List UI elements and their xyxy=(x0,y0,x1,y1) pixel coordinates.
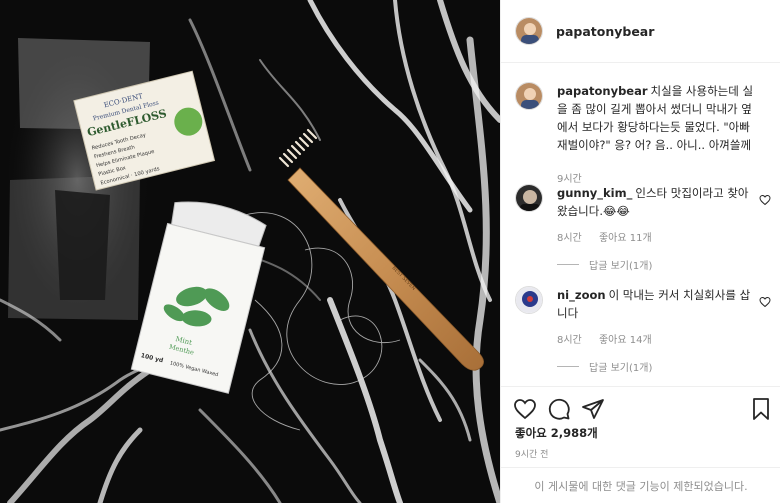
post-sidebar: papatonybear papatonybear 치실을 사용하는데 실을 좀 … xyxy=(500,0,780,503)
bookmark-icon[interactable] xyxy=(749,397,773,421)
comment-meta: 8시간 좋아요 14개 xyxy=(557,331,666,346)
post-author-username[interactable]: papatonybear xyxy=(556,24,654,39)
reflection-shadow xyxy=(55,190,110,300)
comment-bubble-icon[interactable] xyxy=(547,397,571,421)
avatar-photo-icon xyxy=(516,185,542,211)
replies-line xyxy=(557,366,579,367)
like-comment-heart-icon[interactable] xyxy=(759,194,771,206)
post-timestamp[interactable]: 9시간 전 xyxy=(515,447,548,460)
comment-time[interactable]: 8시간 xyxy=(557,335,582,346)
comment-username[interactable]: ni_zoon xyxy=(557,288,606,302)
caption-body: papatonybear 치실을 사용하는데 실을 좀 많이 길게 뽑아서 썼더니… xyxy=(557,82,757,154)
post-photo[interactable]: ECO·DENT Premium Dental Floss GentleFLOS… xyxy=(0,0,500,503)
marble-photo-illustration: ECO·DENT Premium Dental Floss GentleFLOS… xyxy=(0,0,500,503)
post-actions: 좋아요 2,988개 9시간 전 이 게시물에 대한 댓글 기능이 제한되었습니… xyxy=(501,386,780,503)
comment-item: ni_zoon 이 막내는 커서 치실회사를 삽니다 8시간 좋아요 14개 답글… xyxy=(515,286,771,376)
comment-avatar[interactable] xyxy=(515,286,543,314)
comment-body: ni_zoon 이 막내는 커서 치실회사를 삽니다 xyxy=(557,286,757,322)
like-heart-icon[interactable] xyxy=(513,397,537,421)
like-comment-heart-icon[interactable] xyxy=(759,296,771,308)
caption-username[interactable]: papatonybear xyxy=(557,84,648,98)
comment-meta: 8시간 좋아요 11개 xyxy=(557,229,666,244)
post-header: papatonybear xyxy=(501,0,780,63)
avatar[interactable] xyxy=(515,17,543,45)
avatar-photo-icon xyxy=(516,287,542,313)
comment-avatar[interactable] xyxy=(515,184,543,212)
comment-item: gunny_kim_ 인스타 맛집이라고 찾아 왔습니다.😂😂 8시간 좋아요 1… xyxy=(515,184,771,274)
avatar-photo-icon xyxy=(516,18,542,44)
comment-likes[interactable]: 좋아요 11개 xyxy=(599,233,652,244)
comment-body: gunny_kim_ 인스타 맛집이라고 찾아 왔습니다.😂😂 xyxy=(557,184,757,220)
comments-limited-notice: 이 게시물에 대한 댓글 기능이 제한되었습니다. xyxy=(501,467,780,503)
caption-meta: 9시간 xyxy=(557,170,596,185)
post-like-count[interactable]: 좋아요 2,988개 xyxy=(515,425,598,441)
comment-likes[interactable]: 좋아요 14개 xyxy=(599,335,652,346)
avatar-photo-icon xyxy=(516,83,542,109)
view-replies-label[interactable]: 답글 보기(1개) xyxy=(589,257,652,272)
share-send-icon[interactable] xyxy=(581,397,605,421)
comment-time[interactable]: 8시간 xyxy=(557,233,582,244)
replies-line xyxy=(557,264,579,265)
comment-username[interactable]: gunny_kim_ xyxy=(557,186,632,200)
post-caption: papatonybear 치실을 사용하는데 실을 좀 많이 길게 뽑아서 썼더니… xyxy=(515,82,771,185)
view-replies-button[interactable]: 답글 보기(1개) xyxy=(557,257,652,272)
caption-avatar[interactable] xyxy=(515,82,543,110)
view-replies-label[interactable]: 답글 보기(1개) xyxy=(589,359,652,374)
comments-list: papatonybear 치실을 사용하는데 실을 좀 많이 길게 뽑아서 썼더니… xyxy=(501,64,780,386)
view-replies-button[interactable]: 답글 보기(1개) xyxy=(557,359,652,374)
